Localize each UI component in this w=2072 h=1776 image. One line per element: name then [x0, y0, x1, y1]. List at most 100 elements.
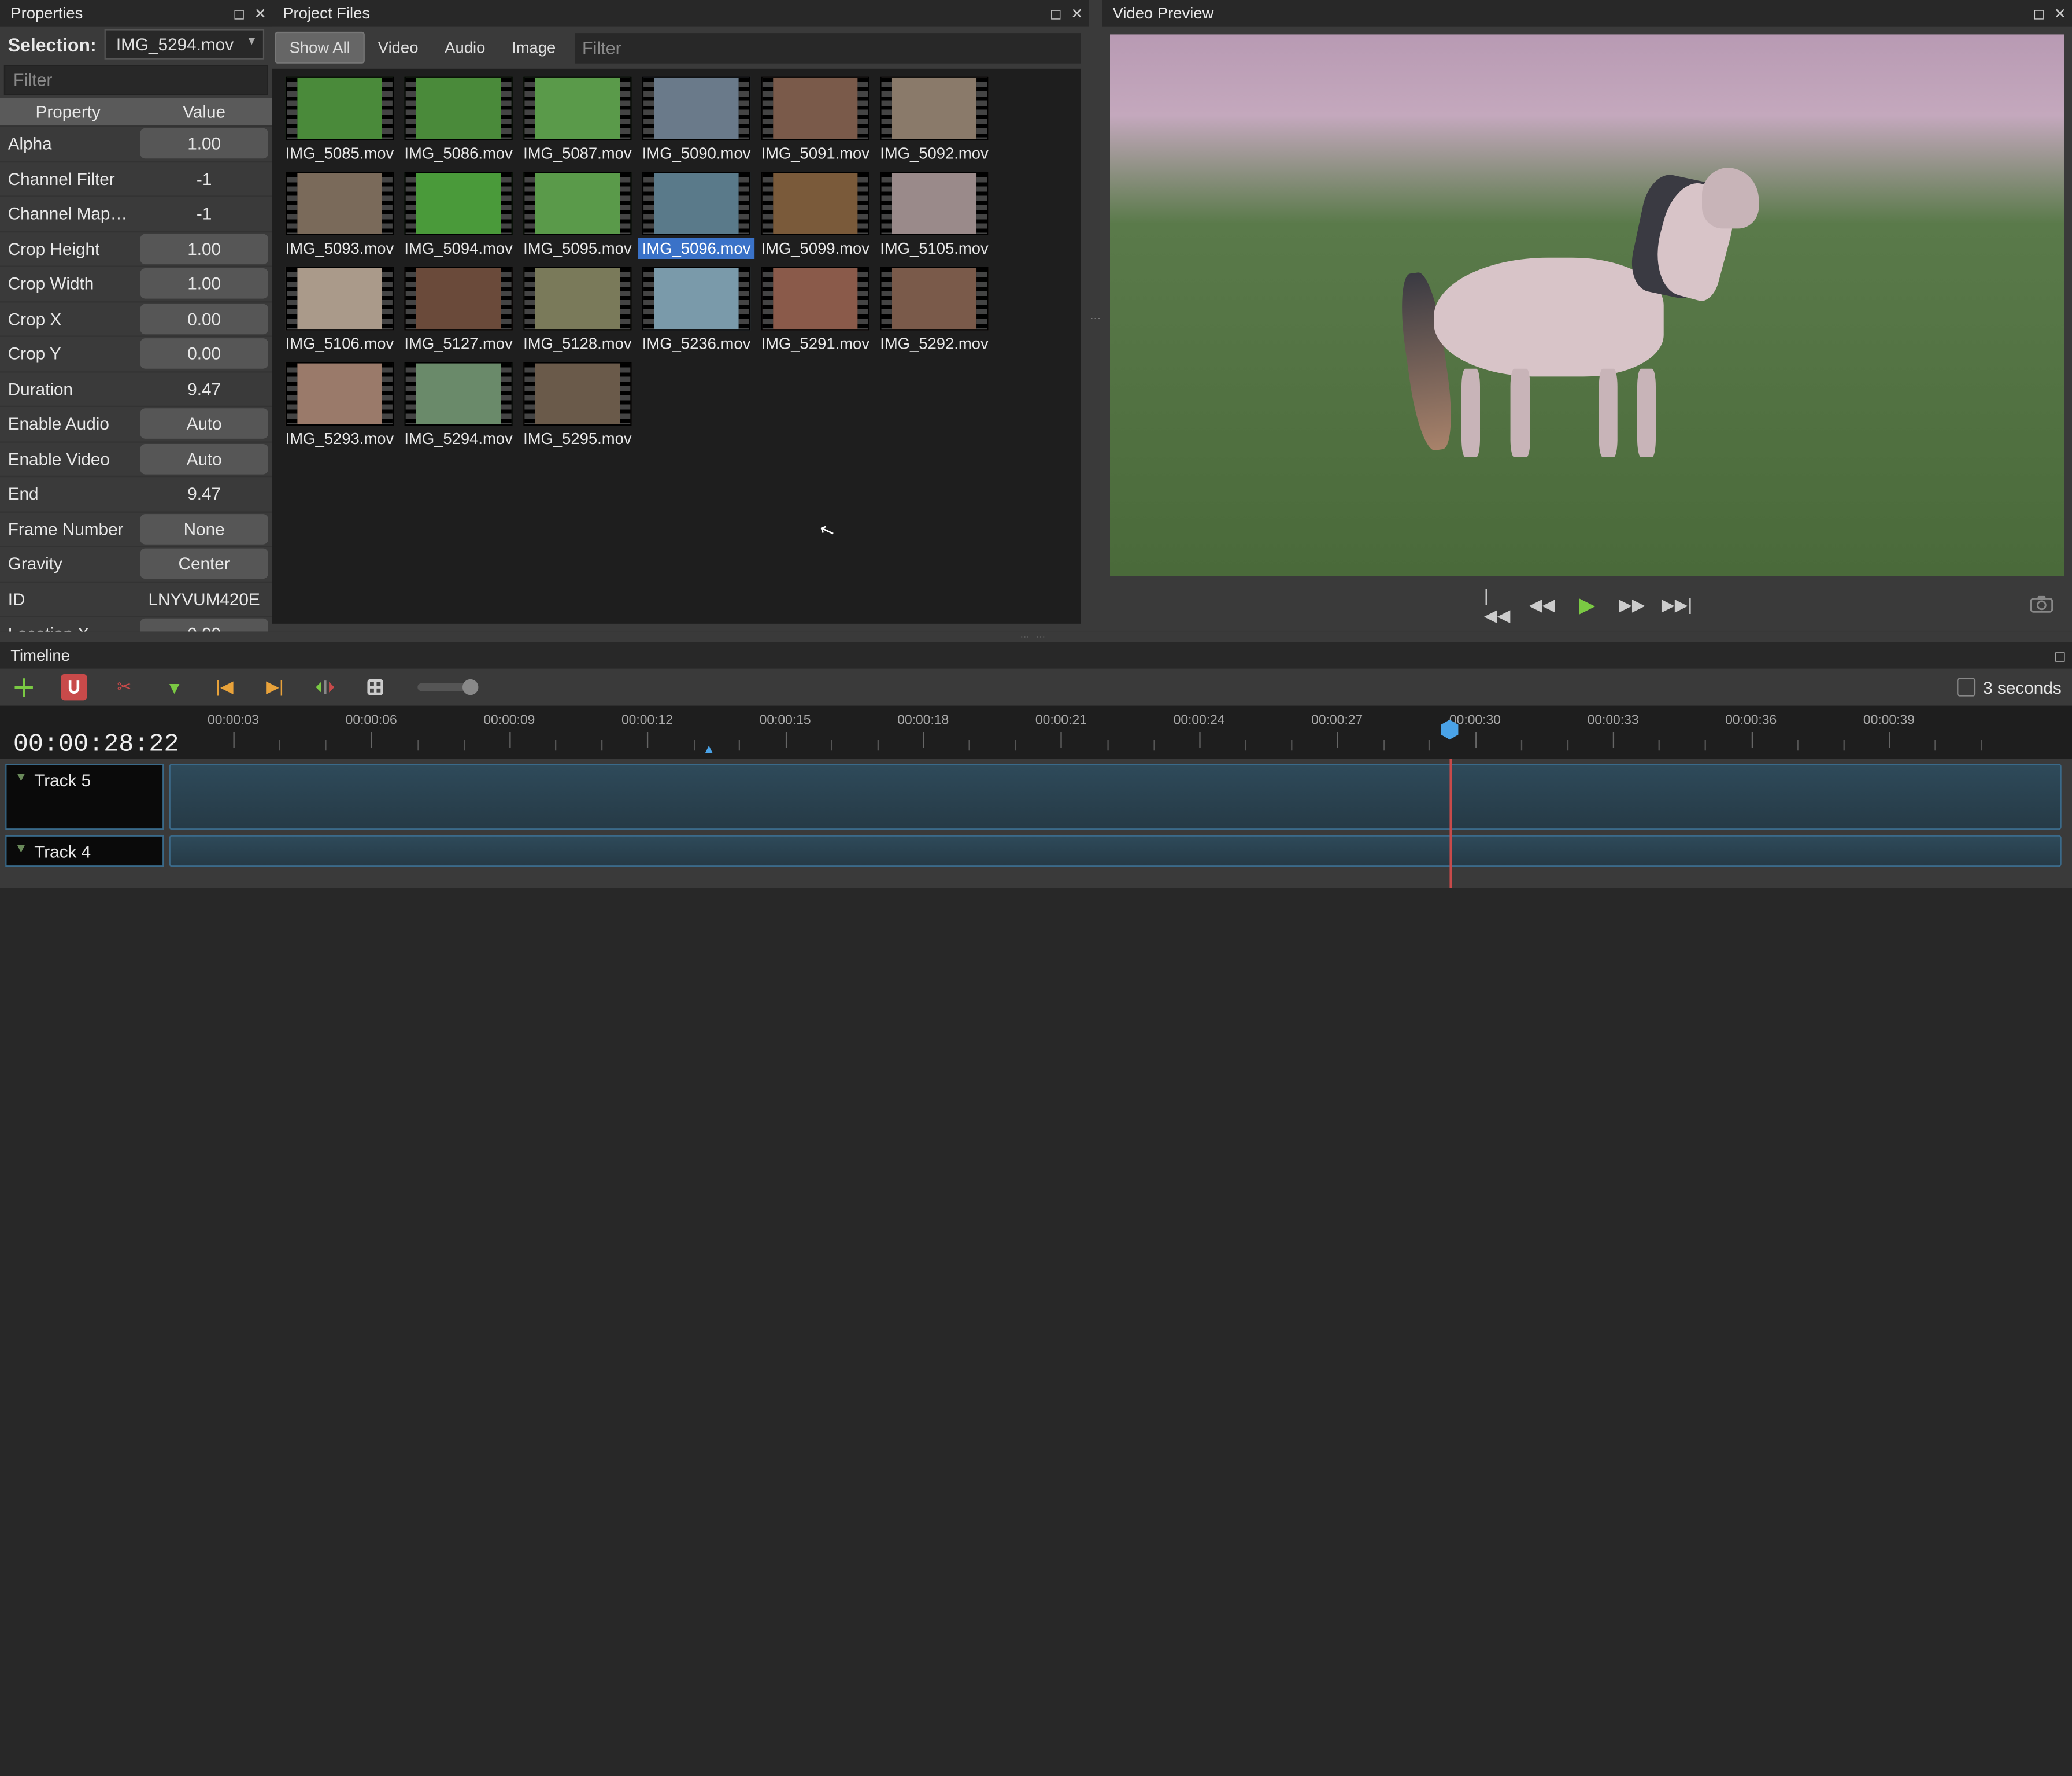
file-item[interactable]: IMG_5085.mov: [280, 77, 399, 164]
undock-icon[interactable]: ◻: [230, 4, 249, 23]
property-value[interactable]: 0.00: [140, 619, 268, 631]
checkbox-icon[interactable]: [1957, 678, 1975, 697]
property-value[interactable]: 1.00: [140, 269, 268, 299]
razor-button[interactable]: ✂: [111, 674, 138, 701]
file-item[interactable]: IMG_5091.mov: [756, 77, 875, 164]
property-value[interactable]: None: [140, 514, 268, 545]
property-value[interactable]: LNYVUM420E: [140, 584, 268, 615]
filter-tab-show-all[interactable]: Show All: [275, 32, 365, 64]
property-row[interactable]: Crop Width1.00: [0, 265, 272, 301]
snapshot-button[interactable]: [2030, 594, 2054, 616]
property-row[interactable]: Enable AudioAuto: [0, 406, 272, 441]
file-item[interactable]: IMG_5106.mov: [280, 267, 399, 354]
property-row[interactable]: Enable VideoAuto: [0, 441, 272, 476]
property-value[interactable]: Center: [140, 549, 268, 579]
zoom-slider[interactable]: [417, 683, 470, 691]
property-row[interactable]: Crop X0.00: [0, 301, 272, 336]
undock-icon[interactable]: ◻: [2051, 646, 2069, 665]
file-item[interactable]: IMG_5127.mov: [399, 267, 518, 354]
vertical-splitter[interactable]: ⋮: [1089, 0, 1102, 632]
close-icon[interactable]: ✕: [2051, 4, 2069, 23]
track-lane[interactable]: [169, 764, 2062, 830]
prev-marker-button[interactable]: |◀: [212, 674, 238, 701]
file-item[interactable]: IMG_5099.mov: [756, 172, 875, 259]
zoom-level[interactable]: 3 seconds: [1957, 677, 2062, 697]
jump-start-button[interactable]: |◀◀: [1484, 592, 1511, 619]
property-row[interactable]: Duration9.47: [0, 371, 272, 406]
jump-end-button[interactable]: ▶▶|: [1664, 592, 1690, 619]
property-row[interactable]: Channel Mappi...-1: [0, 195, 272, 231]
filter-tab-image[interactable]: Image: [498, 33, 569, 62]
file-item[interactable]: IMG_5095.mov: [518, 172, 637, 259]
property-row[interactable]: GravityCenter: [0, 546, 272, 581]
timeline-track[interactable]: ▼Track 4: [0, 835, 2072, 867]
property-value[interactable]: -1: [140, 164, 268, 194]
track-header[interactable]: ▼Track 5: [5, 764, 164, 830]
file-item[interactable]: IMG_5105.mov: [875, 172, 994, 259]
snap-button[interactable]: [61, 674, 87, 701]
file-item[interactable]: IMG_5291.mov: [756, 267, 875, 354]
file-item[interactable]: IMG_5128.mov: [518, 267, 637, 354]
undock-icon[interactable]: ◻: [1046, 4, 1065, 23]
next-marker-button[interactable]: ▶|: [262, 674, 288, 701]
file-item[interactable]: IMG_5093.mov: [280, 172, 399, 259]
property-row[interactable]: Crop Height1.00: [0, 231, 272, 266]
file-item[interactable]: IMG_5096.mov: [637, 172, 756, 259]
timeline-current-time[interactable]: 00:00:28:22: [0, 730, 185, 758]
timeline-ruler[interactable]: 00:00:0300:00:0600:00:0900:00:1200:00:15…: [185, 706, 2072, 758]
property-row[interactable]: End9.47: [0, 476, 272, 511]
selection-dropdown[interactable]: IMG_5294.mov: [104, 29, 264, 60]
property-value[interactable]: Auto: [140, 409, 268, 439]
chevron-down-icon[interactable]: ▼: [14, 842, 28, 856]
file-item[interactable]: IMG_5092.mov: [875, 77, 994, 164]
file-item[interactable]: IMG_5236.mov: [637, 267, 756, 354]
close-icon[interactable]: ✕: [1068, 4, 1086, 23]
property-value[interactable]: 9.47: [140, 373, 268, 404]
property-value[interactable]: -1: [140, 198, 268, 229]
video-canvas[interactable]: [1110, 34, 2064, 576]
timeline-settings-button[interactable]: [362, 674, 388, 701]
property-value[interactable]: 0.00: [140, 304, 268, 334]
chevron-down-icon[interactable]: ▼: [14, 771, 28, 785]
col-value[interactable]: Value: [136, 98, 272, 125]
property-row[interactable]: Crop Y0.00: [0, 336, 272, 371]
file-item[interactable]: IMG_5087.mov: [518, 77, 637, 164]
marker-icon[interactable]: ▲: [702, 743, 716, 757]
property-value[interactable]: Auto: [140, 443, 268, 474]
timeline-tracks[interactable]: ▼Track 5 ▼Track 4: [0, 758, 2072, 888]
property-value[interactable]: 1.00: [140, 128, 268, 159]
play-button[interactable]: ▶: [1574, 592, 1600, 619]
close-icon[interactable]: ✕: [251, 4, 269, 23]
property-value[interactable]: 1.00: [140, 234, 268, 264]
property-value[interactable]: 9.47: [140, 479, 268, 509]
track-lane[interactable]: [169, 835, 2062, 867]
file-item[interactable]: IMG_5295.mov: [518, 362, 637, 449]
property-row[interactable]: Location X0.00: [0, 616, 272, 631]
playhead-line[interactable]: [1450, 758, 1453, 888]
property-row[interactable]: IDLNYVUM420E: [0, 581, 272, 616]
property-row[interactable]: Alpha1.00: [0, 125, 272, 161]
fast-forward-button[interactable]: ▶▶: [1619, 592, 1645, 619]
col-property[interactable]: Property: [0, 98, 136, 125]
file-item[interactable]: IMG_5090.mov: [637, 77, 756, 164]
center-playhead-button[interactable]: [312, 674, 338, 701]
add-track-button[interactable]: ＋: [10, 674, 37, 701]
property-row[interactable]: Frame NumberNone: [0, 510, 272, 546]
properties-filter-input[interactable]: [4, 65, 268, 95]
project-files-filter-input[interactable]: [574, 32, 1081, 63]
file-item[interactable]: IMG_5292.mov: [875, 267, 994, 354]
rewind-button[interactable]: ◀◀: [1529, 592, 1556, 619]
filter-tab-audio[interactable]: Audio: [431, 33, 498, 62]
file-item[interactable]: IMG_5094.mov: [399, 172, 518, 259]
property-value[interactable]: 0.00: [140, 339, 268, 369]
file-item[interactable]: IMG_5294.mov: [399, 362, 518, 449]
file-item[interactable]: IMG_5086.mov: [399, 77, 518, 164]
add-marker-button[interactable]: ▼: [161, 674, 188, 701]
property-row[interactable]: Channel Filter-1: [0, 161, 272, 196]
file-item[interactable]: IMG_5293.mov: [280, 362, 399, 449]
undock-icon[interactable]: ◻: [2030, 4, 2048, 23]
timeline-track[interactable]: ▼Track 5: [0, 764, 2072, 830]
filter-tab-video[interactable]: Video: [365, 33, 431, 62]
track-header[interactable]: ▼Track 4: [5, 835, 164, 867]
horizontal-splitter[interactable]: ⋯⋯: [0, 632, 2072, 642]
